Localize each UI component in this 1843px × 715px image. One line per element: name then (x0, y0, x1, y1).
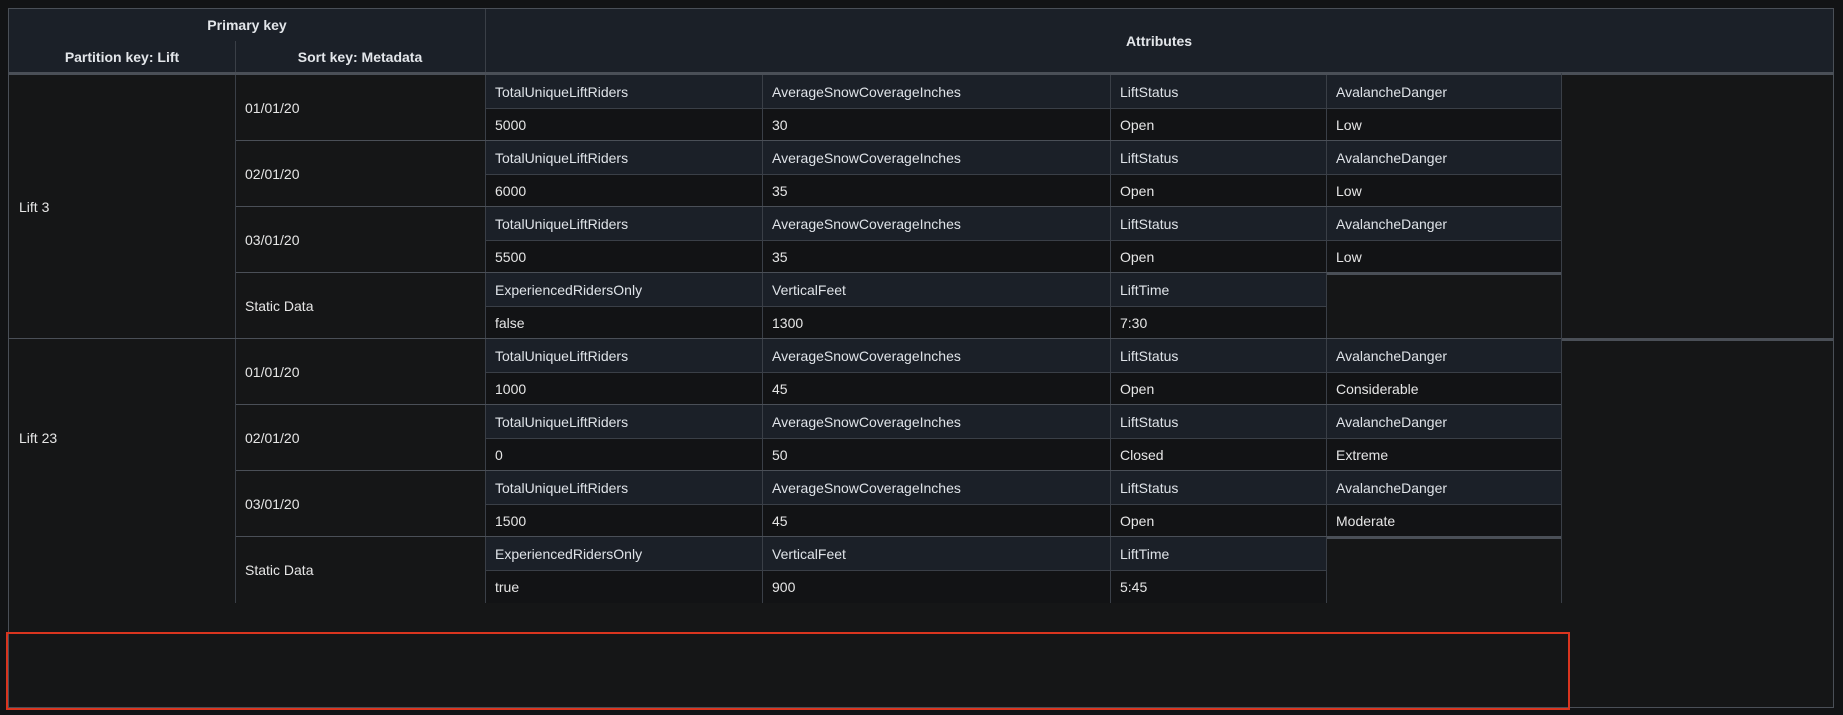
sort-key-cell: 01/01/20 (235, 339, 485, 405)
attribute-name: TotalUniqueLiftRiders (485, 339, 762, 372)
attribute-name: AverageSnowCoverageInches (762, 141, 1110, 174)
attribute-name: VerticalFeet (762, 273, 1110, 306)
attribute-value: Open (1110, 372, 1326, 405)
sort-key-cell: 03/01/20 (235, 471, 485, 537)
attribute-value: Open (1110, 174, 1326, 207)
attribute-value: Extreme (1326, 438, 1561, 471)
attribute-name: LiftStatus (1110, 471, 1326, 504)
attribute-name: LiftStatus (1110, 75, 1326, 108)
attribute-value: 35 (762, 240, 1110, 273)
sort-key-cell: 01/01/20 (235, 75, 485, 141)
attribute-value: Low (1326, 108, 1561, 141)
attribute-value: 5000 (485, 108, 762, 141)
attribute-name: AvalancheDanger (1326, 207, 1561, 240)
attribute-value: Moderate (1326, 504, 1561, 537)
attribute-value: 45 (762, 504, 1110, 537)
attribute-name: TotalUniqueLiftRiders (485, 405, 762, 438)
attribute-name: LiftStatus (1110, 405, 1326, 438)
sort-key-cell: 02/01/20 (235, 405, 485, 471)
attribute-name: AverageSnowCoverageInches (762, 405, 1110, 438)
attribute-name: AverageSnowCoverageInches (762, 207, 1110, 240)
attribute-value: false (485, 306, 762, 339)
attribute-value: 900 (762, 570, 1110, 603)
attribute-value: 1500 (485, 504, 762, 537)
attribute-name: AverageSnowCoverageInches (762, 75, 1110, 108)
attribute-name: AvalancheDanger (1326, 339, 1561, 372)
sort-key-cell: Static Data (235, 537, 485, 603)
attribute-name: LiftStatus (1110, 339, 1326, 372)
attribute-name: VerticalFeet (762, 537, 1110, 570)
attribute-value: 50 (762, 438, 1110, 471)
attribute-name: LiftStatus (1110, 141, 1326, 174)
attribute-name: TotalUniqueLiftRiders (485, 141, 762, 174)
attribute-value: 45 (762, 372, 1110, 405)
dynamodb-table: Primary key Partition key: Lift Sort key… (8, 8, 1834, 708)
partition-key-header: Partition key: Lift (9, 41, 235, 73)
attribute-name: TotalUniqueLiftRiders (485, 207, 762, 240)
attribute-name: LiftStatus (1110, 207, 1326, 240)
attribute-value: Closed (1110, 438, 1326, 471)
attribute-name: AvalancheDanger (1326, 471, 1561, 504)
sort-key-cell: 02/01/20 (235, 141, 485, 207)
attribute-name: LiftTime (1110, 537, 1326, 570)
static-data-highlight (6, 632, 1570, 710)
attribute-value: Low (1326, 174, 1561, 207)
attribute-value: 5:45 (1110, 570, 1326, 603)
attribute-name: LiftTime (1110, 273, 1326, 306)
primary-key-header: Primary key (9, 9, 485, 41)
attribute-value: 0 (485, 438, 762, 471)
attribute-name: AverageSnowCoverageInches (762, 339, 1110, 372)
partition-key-cell: Lift 3 (9, 75, 235, 339)
attribute-name: ExperiencedRidersOnly (485, 537, 762, 570)
attribute-value: 35 (762, 174, 1110, 207)
attribute-name: AverageSnowCoverageInches (762, 471, 1110, 504)
attribute-value: Considerable (1326, 372, 1561, 405)
attribute-name: TotalUniqueLiftRiders (485, 471, 762, 504)
attribute-value: Low (1326, 240, 1561, 273)
attribute-name: AvalancheDanger (1326, 141, 1561, 174)
partition-key-cell: Lift 23 (9, 339, 235, 537)
attribute-name: AvalancheDanger (1326, 75, 1561, 108)
sort-key-header: Sort key: Metadata (235, 41, 485, 73)
sort-key-cell: Static Data (235, 273, 485, 339)
attribute-value: Open (1110, 504, 1326, 537)
attribute-value: Open (1110, 108, 1326, 141)
attribute-value: 7:30 (1110, 306, 1326, 339)
attribute-value: 1000 (485, 372, 762, 405)
attribute-name: TotalUniqueLiftRiders (485, 75, 762, 108)
attribute-value: 6000 (485, 174, 762, 207)
attribute-value: Open (1110, 240, 1326, 273)
sort-key-cell: 03/01/20 (235, 207, 485, 273)
attribute-value: 5500 (485, 240, 762, 273)
attributes-header: Attributes (485, 9, 1833, 73)
attribute-name: ExperiencedRidersOnly (485, 273, 762, 306)
attribute-name: AvalancheDanger (1326, 405, 1561, 438)
attribute-value: true (485, 570, 762, 603)
attribute-value: 1300 (762, 306, 1110, 339)
attribute-value: 30 (762, 108, 1110, 141)
